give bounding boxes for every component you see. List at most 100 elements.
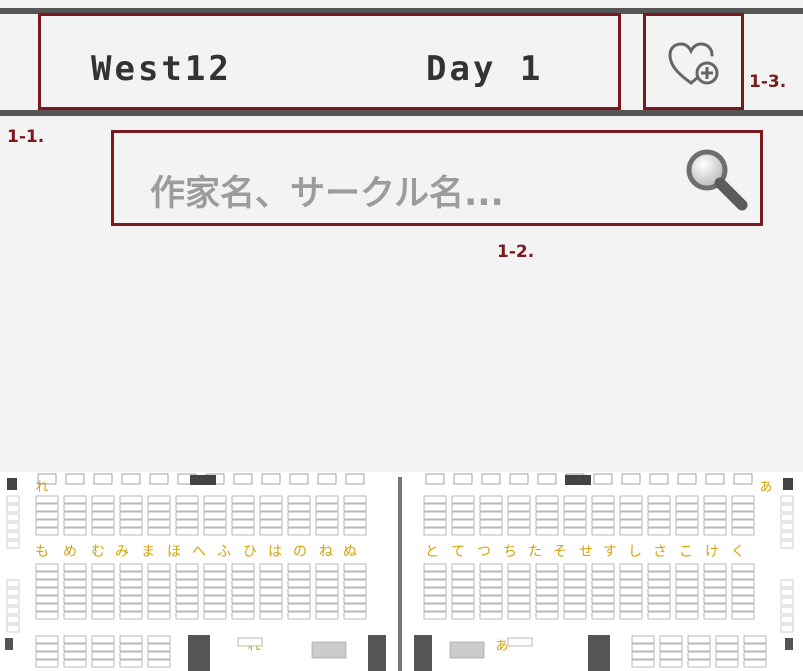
booth bbox=[175, 571, 199, 580]
row-label: た bbox=[528, 544, 542, 560]
booth bbox=[703, 571, 727, 580]
booth bbox=[35, 659, 59, 668]
booth bbox=[203, 563, 227, 572]
row-label: つ bbox=[477, 544, 491, 560]
booth bbox=[175, 579, 199, 588]
booth bbox=[91, 603, 115, 612]
booth bbox=[451, 519, 475, 528]
booth bbox=[63, 563, 87, 572]
booth bbox=[507, 637, 533, 647]
booth bbox=[535, 519, 559, 528]
booth bbox=[175, 563, 199, 572]
booth bbox=[535, 595, 559, 604]
row-label: め bbox=[63, 544, 77, 560]
booth-top bbox=[481, 473, 501, 485]
booth bbox=[63, 643, 87, 652]
row-label: せ bbox=[579, 544, 593, 560]
booth bbox=[119, 643, 143, 652]
booth bbox=[35, 603, 59, 612]
search-box[interactable]: 作家名、サークル名... bbox=[111, 130, 763, 226]
booth bbox=[479, 495, 503, 504]
search-icon[interactable] bbox=[682, 145, 752, 215]
booth bbox=[315, 603, 339, 612]
booth bbox=[619, 587, 643, 596]
booth bbox=[619, 519, 643, 528]
booth bbox=[119, 635, 143, 644]
booth bbox=[647, 527, 671, 536]
booth bbox=[35, 579, 59, 588]
booth bbox=[715, 659, 739, 668]
booth bbox=[479, 611, 503, 620]
booth bbox=[147, 643, 171, 652]
booth bbox=[647, 563, 671, 572]
booth bbox=[231, 611, 255, 620]
booth bbox=[619, 611, 643, 620]
booth bbox=[343, 579, 367, 588]
side-booth bbox=[780, 495, 794, 504]
booth bbox=[563, 571, 587, 580]
booth bbox=[315, 495, 339, 504]
booth bbox=[119, 503, 143, 512]
booth bbox=[91, 659, 115, 668]
booth bbox=[731, 503, 755, 512]
booth-top bbox=[233, 473, 253, 485]
booth bbox=[715, 651, 739, 660]
booth bbox=[343, 519, 367, 528]
booth bbox=[63, 603, 87, 612]
booth bbox=[675, 579, 699, 588]
booth bbox=[175, 587, 199, 596]
booth bbox=[259, 519, 283, 528]
booth bbox=[63, 635, 87, 644]
booth bbox=[743, 651, 767, 660]
booth bbox=[203, 511, 227, 520]
day-label: Day 1 bbox=[426, 49, 544, 89]
booth bbox=[343, 527, 367, 536]
booth bbox=[687, 643, 711, 652]
row-label: ね bbox=[319, 544, 333, 560]
booth-top bbox=[289, 473, 309, 485]
booth bbox=[119, 579, 143, 588]
side-booth bbox=[780, 588, 794, 597]
booth-top bbox=[649, 473, 669, 485]
row-label: も bbox=[35, 544, 49, 560]
booth bbox=[259, 595, 283, 604]
booth bbox=[63, 519, 87, 528]
booth bbox=[731, 595, 755, 604]
booth bbox=[451, 527, 475, 536]
booth bbox=[507, 495, 531, 504]
booth bbox=[287, 611, 311, 620]
booth bbox=[231, 603, 255, 612]
booth bbox=[507, 563, 531, 572]
booth bbox=[619, 503, 643, 512]
hall-day-selector[interactable]: West12 Day 1 bbox=[38, 13, 621, 110]
side-booth bbox=[6, 606, 20, 615]
header-bottom-bar bbox=[0, 110, 803, 116]
booth-top bbox=[733, 473, 753, 485]
booth bbox=[703, 495, 727, 504]
floor-map[interactable]: れあもめむみまほへふひはのねぬとてつちたそせすしさこけくれあ bbox=[0, 472, 803, 671]
favorite-add-button[interactable] bbox=[643, 13, 744, 110]
side-booth bbox=[780, 531, 794, 540]
booth bbox=[647, 579, 671, 588]
search-input[interactable]: 作家名、サークル名... bbox=[150, 165, 504, 216]
booth bbox=[119, 611, 143, 620]
annotation-1-1: 1-1. bbox=[7, 127, 45, 147]
side-booth bbox=[780, 624, 794, 633]
booth bbox=[203, 579, 227, 588]
side-booth bbox=[780, 606, 794, 615]
row-label: ち bbox=[503, 544, 517, 560]
booth bbox=[119, 595, 143, 604]
booth bbox=[147, 635, 171, 644]
booth bbox=[343, 495, 367, 504]
booth bbox=[507, 503, 531, 512]
booth bbox=[203, 587, 227, 596]
booth bbox=[343, 571, 367, 580]
booth bbox=[535, 579, 559, 588]
booth-top bbox=[121, 473, 141, 485]
row-label: む bbox=[91, 544, 105, 560]
booth bbox=[423, 519, 447, 528]
booth bbox=[343, 587, 367, 596]
booth bbox=[591, 603, 615, 612]
booth bbox=[315, 511, 339, 520]
booth bbox=[423, 611, 447, 620]
